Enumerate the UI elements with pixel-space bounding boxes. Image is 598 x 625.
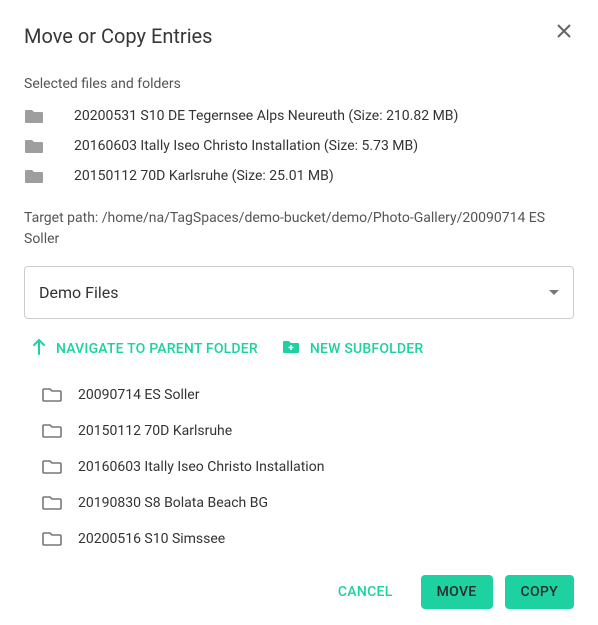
folder-list-item-label: 20150112 70D Karlsruhe (78, 423, 232, 439)
folder-list-item[interactable]: 20200516 S10 Simssee (24, 521, 574, 557)
selected-files-label: Selected files and folders (24, 76, 574, 92)
arrow-up-icon (32, 339, 46, 359)
folder-outline-icon (42, 387, 62, 403)
folder-list-item-label: 20190830 S8 Bolata Beach BG (78, 495, 268, 511)
selected-files-list: 20200531 S10 DE Tegernsee Alps Neureuth … (24, 108, 574, 184)
navigate-parent-label: NAVIGATE TO PARENT FOLDER (56, 341, 258, 357)
copy-button[interactable]: COPY (505, 575, 574, 609)
folder-list-item-label: 20200516 S10 Simssee (78, 531, 225, 547)
folder-outline-icon (42, 459, 62, 475)
navigate-parent-button[interactable]: NAVIGATE TO PARENT FOLDER (32, 339, 258, 359)
dialog-footer: CANCEL MOVE COPY (24, 557, 574, 609)
selected-item: 20160603 Itally Iseo Christo Installatio… (24, 138, 574, 154)
folder-action-row: NAVIGATE TO PARENT FOLDER NEW SUBFOLDER (24, 333, 574, 377)
selected-item: 20200531 S10 DE Tegernsee Alps Neureuth … (24, 108, 574, 124)
folder-list-item[interactable]: 20190830 S8 Bolata Beach BG (24, 485, 574, 521)
folder-list-item-label: 20160603 Itally Iseo Christo Installatio… (78, 459, 324, 475)
selected-item: 20150112 70D Karlsruhe (Size: 25.01 MB) (24, 168, 574, 184)
selected-item-label: 20150112 70D Karlsruhe (Size: 25.01 MB) (74, 168, 334, 184)
folder-list-item[interactable]: 20090714 ES Soller (24, 377, 574, 413)
folder-list-item-label: 20090714 ES Soller (78, 387, 199, 403)
move-copy-dialog: Move or Copy Entries Selected files and … (0, 0, 598, 625)
folder-list-item[interactable]: 20160603 Itally Iseo Christo Installatio… (24, 449, 574, 485)
folder-outline-icon (42, 495, 62, 511)
chevron-down-icon (549, 290, 559, 295)
dialog-title: Move or Copy Entries (24, 24, 213, 48)
folder-list: 20090714 ES Soller 20150112 70D Karlsruh… (24, 377, 574, 557)
selected-item-label: 20200531 S10 DE Tegernsee Alps Neureuth … (74, 108, 458, 124)
selected-item-label: 20160603 Itally Iseo Christo Installatio… (74, 138, 418, 154)
new-subfolder-label: NEW SUBFOLDER (310, 341, 424, 357)
dialog-header: Move or Copy Entries (24, 24, 574, 48)
location-select[interactable]: Demo Files (24, 266, 574, 319)
target-path: Target path: /home/na/TagSpaces/demo-buc… (24, 208, 574, 250)
folder-icon (24, 168, 44, 184)
folder-list-item[interactable]: 20150112 70D Karlsruhe (24, 413, 574, 449)
target-path-value: /home/na/TagSpaces/demo-bucket/demo/Phot… (24, 210, 545, 247)
folder-outline-icon (42, 423, 62, 439)
folder-icon (24, 138, 44, 154)
folder-icon (24, 108, 44, 124)
cancel-button[interactable]: CANCEL (322, 575, 409, 609)
folder-plus-icon (282, 339, 300, 359)
move-button[interactable]: MOVE (421, 575, 493, 609)
location-select-value: Demo Files (39, 283, 118, 302)
new-subfolder-button[interactable]: NEW SUBFOLDER (282, 339, 424, 359)
folder-outline-icon (42, 531, 62, 547)
close-icon[interactable] (554, 20, 574, 44)
target-path-label: Target path: (24, 210, 102, 226)
